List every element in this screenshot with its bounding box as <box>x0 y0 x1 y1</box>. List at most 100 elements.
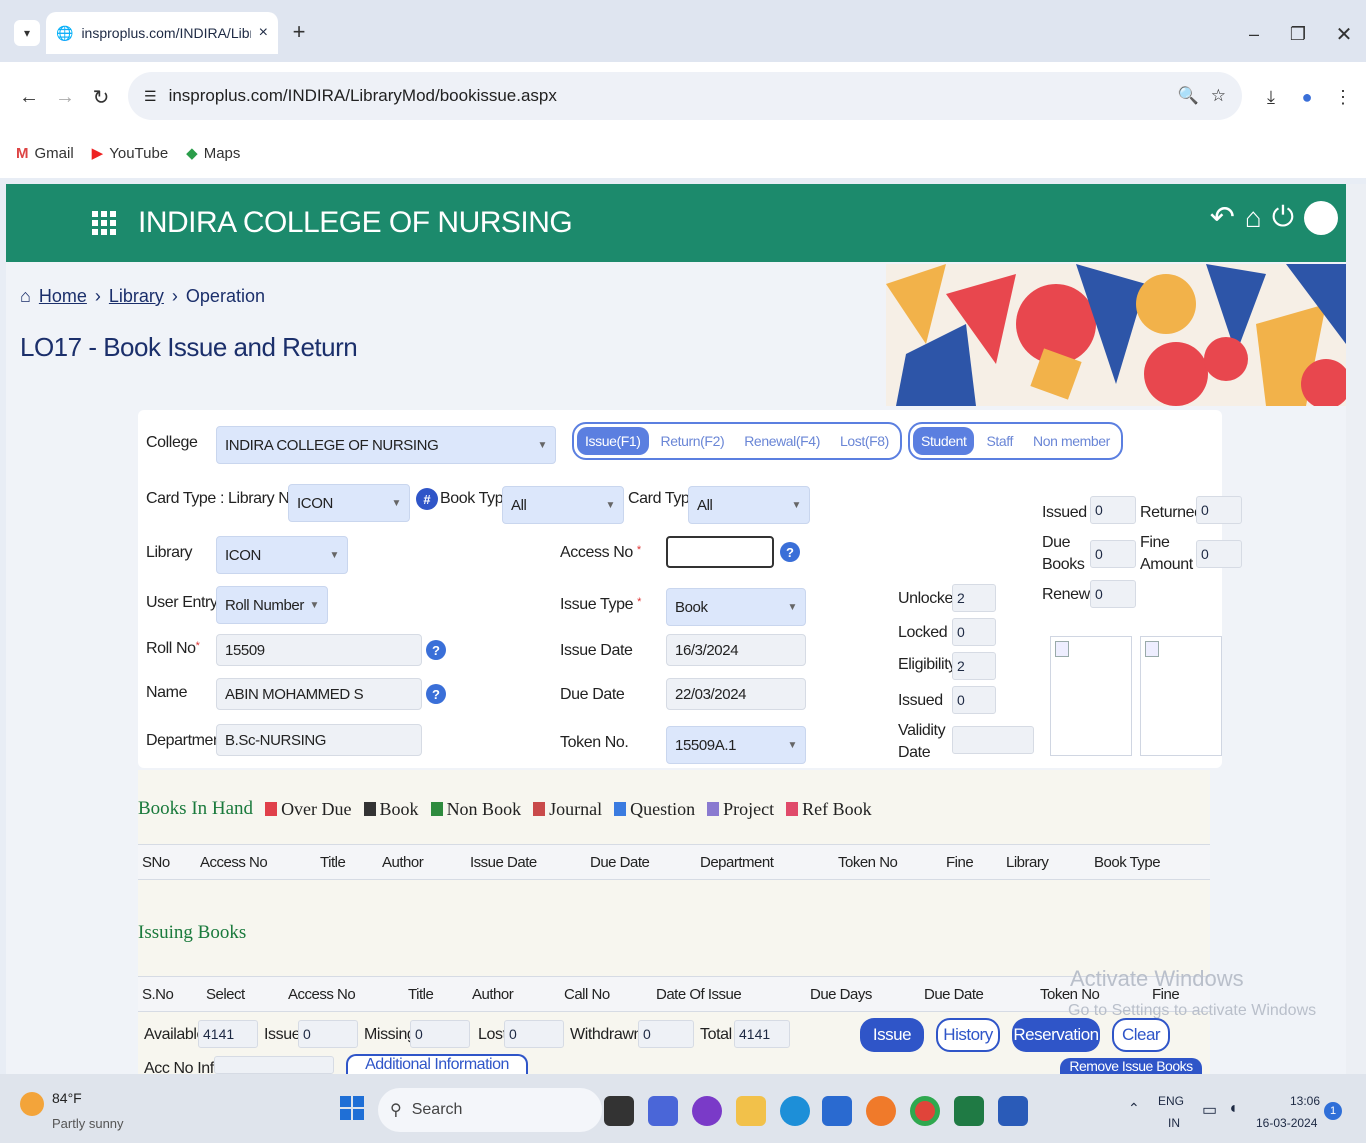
task-view-icon[interactable] <box>604 1096 634 1126</box>
tab-non-member[interactable]: Non member <box>1025 427 1118 455</box>
legend-swatch <box>707 802 720 816</box>
issue-count-value: 0 <box>298 1020 358 1048</box>
network-icon[interactable]: ▭ <box>1202 1100 1217 1120</box>
bookmark-star-icon[interactable]: ☆ <box>1211 86 1226 106</box>
col-sno: SNo <box>142 853 170 871</box>
roll-no-help-icon[interactable]: ? <box>426 640 446 660</box>
clear-button[interactable]: Clear <box>1112 1018 1170 1052</box>
app-grid-icon[interactable] <box>92 211 116 235</box>
close-window-icon[interactable]: ✕ <box>1332 22 1356 46</box>
taskbar-search[interactable]: ⚲ Search <box>378 1088 602 1132</box>
name-input[interactable]: ABIN MOHAMMED S <box>216 678 422 710</box>
edge-icon[interactable] <box>780 1096 810 1126</box>
meet-icon[interactable] <box>648 1096 678 1126</box>
tab-lost[interactable]: Lost(F8) <box>832 427 897 455</box>
college-label: College <box>146 434 198 451</box>
issue-type-select[interactable]: Book ▼ <box>666 588 806 626</box>
tab-student[interactable]: Student <box>913 427 975 455</box>
issued-value: 0 <box>952 686 996 714</box>
library-label: Library <box>146 544 193 561</box>
page-scrollbar[interactable] <box>1346 184 1366 1074</box>
chrome-icon[interactable] <box>910 1096 940 1126</box>
chevron-right-icon: › <box>171 286 178 306</box>
breadcrumb: ⌂ Home › Library › Operation <box>20 286 265 307</box>
menu-kebab-icon[interactable]: ⋮ <box>1330 84 1356 110</box>
new-tab-button[interactable]: + <box>288 19 310 44</box>
library-select[interactable]: ICON ▼ <box>216 536 348 574</box>
minimize-icon[interactable]: – <box>1242 22 1266 46</box>
additional-information-button[interactable]: Additional Information <box>346 1054 528 1074</box>
file-explorer-icon[interactable] <box>736 1096 766 1126</box>
access-no-input[interactable] <box>666 536 774 568</box>
bookmark-youtube[interactable]: ▶ YouTube <box>91 144 169 163</box>
home-icon[interactable]: ⌂ <box>1245 202 1262 234</box>
zoom-icon[interactable]: 🔍 <box>1178 86 1199 106</box>
hash-icon[interactable]: # <box>416 488 438 510</box>
excel-icon[interactable] <box>954 1096 984 1126</box>
power-icon[interactable]: ⏻ <box>1272 201 1294 234</box>
avatar[interactable] <box>1304 200 1338 235</box>
tray-chevron-up-icon[interactable]: ⌃ <box>1128 1100 1140 1117</box>
tab-staff[interactable]: Staff <box>978 427 1021 455</box>
tab-search-chevron-icon[interactable]: ▾ <box>14 20 40 46</box>
returned-label: Returned <box>1140 504 1196 521</box>
volume-icon[interactable]: ◖ <box>1228 1100 1238 1118</box>
remove-issue-books-button[interactable]: Remove Issue Books <box>1060 1058 1202 1074</box>
name-help-icon[interactable]: ? <box>426 684 446 704</box>
reservation-button[interactable]: Reservation <box>1012 1018 1100 1052</box>
bookmark-gmail[interactable]: M Gmail <box>16 145 74 162</box>
book-type-select[interactable]: All ▼ <box>502 486 624 524</box>
breadcrumb-library[interactable]: Library <box>109 286 164 307</box>
restore-icon[interactable]: ❐ <box>1286 22 1310 46</box>
user-entry-label: User Entry <box>146 594 218 611</box>
dropdown-arrow-icon: ▼ <box>787 601 798 613</box>
weather-temp: 84°F <box>52 1090 82 1106</box>
due-date-input[interactable]: 22/03/2024 <box>666 678 806 710</box>
roll-no-input[interactable]: 15509 <box>216 634 422 666</box>
windows-start-icon[interactable] <box>340 1096 364 1120</box>
col-due-date: Due Date <box>924 985 984 1003</box>
forward-icon[interactable]: → <box>52 84 78 110</box>
word-icon[interactable] <box>998 1096 1028 1126</box>
college-select[interactable]: INDIRA COLLEGE OF NURSING ▼ <box>216 426 556 464</box>
acc-no-info-input[interactable] <box>214 1056 334 1074</box>
broken-image-icon <box>1145 641 1159 657</box>
user-entry-select[interactable]: Roll Number ▼ <box>216 586 328 624</box>
download-icon[interactable]: ⤓ <box>1258 84 1284 110</box>
weather-icon[interactable] <box>20 1092 44 1116</box>
issue-date-input[interactable]: 16/3/2024 <box>666 634 806 666</box>
col-token-no: Token No <box>838 853 898 871</box>
notification-badge[interactable]: 1 <box>1324 1102 1342 1120</box>
eligibility-value: 2 <box>952 652 996 680</box>
tab-return[interactable]: Return(F2) <box>653 427 733 455</box>
site-info-icon[interactable]: ☰ <box>144 88 157 105</box>
card-type-select[interactable]: All ▼ <box>688 486 810 524</box>
history-button[interactable]: History <box>936 1018 1000 1052</box>
browser-tab[interactable]: 🌐 insproplus.com/INDIRA/Library × <box>46 12 278 54</box>
tab-renewal[interactable]: Renewal(F4) <box>736 427 828 455</box>
locked-value: 0 <box>952 618 996 646</box>
youtube-icon: ▶ <box>91 145 104 162</box>
store-icon[interactable] <box>822 1096 852 1126</box>
firefox-icon[interactable] <box>866 1096 896 1126</box>
tab-issue[interactable]: Issue(F1) <box>577 427 649 455</box>
issue-button[interactable]: Issue <box>860 1018 924 1052</box>
address-bar[interactable]: ☰ insproplus.com/INDIRA/LibraryMod/booki… <box>128 72 1242 120</box>
profile-icon[interactable]: ● <box>1294 84 1320 110</box>
copilot-icon[interactable] <box>692 1096 722 1126</box>
decorative-banner <box>886 264 1346 406</box>
breadcrumb-home[interactable]: Home <box>39 286 87 307</box>
access-no-help-icon[interactable]: ? <box>780 542 800 562</box>
bookmark-maps[interactable]: ◆ Maps <box>186 144 240 163</box>
token-no-select[interactable]: 15509A.1 ▼ <box>666 726 806 764</box>
department-input[interactable]: B.Sc-NURSING <box>216 724 422 756</box>
renewal-value: 0 <box>1090 580 1136 608</box>
reload-icon[interactable]: ↻ <box>88 84 114 110</box>
reply-back-icon[interactable]: ↶ <box>1210 200 1235 235</box>
legend-journal: Journal <box>533 799 602 820</box>
back-icon[interactable]: ← <box>16 84 42 110</box>
col-due-date: Due Date <box>590 853 650 871</box>
library-name-select[interactable]: ICON ▼ <box>288 484 410 522</box>
close-tab-icon[interactable]: × <box>259 24 268 42</box>
total-value: 4141 <box>734 1020 790 1048</box>
